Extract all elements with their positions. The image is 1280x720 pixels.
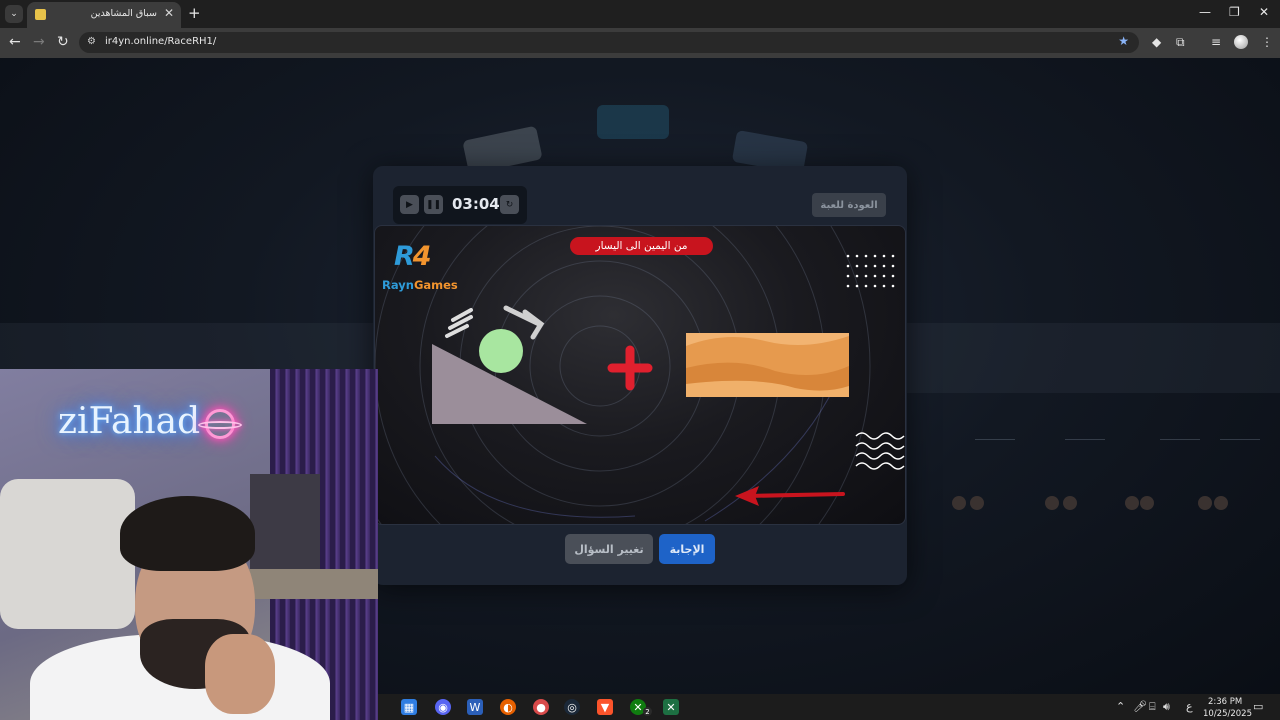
game-modal: ▶ ❚❚ 03:04 ↻ العودة للعبة من اليمين الى … <box>373 166 907 585</box>
right-to-left-arrow-icon <box>735 486 845 506</box>
firefox-icon[interactable]: ◐ <box>500 699 516 715</box>
bg-line <box>975 439 1015 440</box>
bg-dot <box>1125 496 1139 510</box>
clock-time[interactable]: 2:36 PM <box>1208 697 1242 707</box>
extensions-icon[interactable]: ⧉ <box>1176 35 1185 50</box>
reset-icon[interactable]: ↻ <box>500 195 519 214</box>
cam-hand <box>205 634 275 714</box>
answer-button[interactable]: الإجابة <box>659 534 715 564</box>
site-settings-icon[interactable]: ⚙ <box>87 36 96 47</box>
forward-arrow-icon[interactable]: → <box>33 34 45 50</box>
favicon-icon <box>35 9 46 20</box>
bg-dot <box>1214 496 1228 510</box>
bg-line <box>1065 439 1105 440</box>
desert-dunes <box>686 333 849 397</box>
profile-avatar[interactable] <box>1234 35 1248 49</box>
tab-close-icon[interactable]: ✕ <box>164 6 174 20</box>
bg-dot <box>1198 496 1212 510</box>
game-icon[interactable]: ● <box>533 699 549 715</box>
discord-icon[interactable]: ◉ <box>435 699 451 715</box>
motion-lines <box>445 308 473 338</box>
tab-strip: ⌄ سباق المشاهدين ✕ + — ❐ ✕ <box>0 0 1280 28</box>
reload-icon[interactable]: ↻ <box>57 34 69 50</box>
volume-icon[interactable]: 🔊︎ <box>1163 700 1170 714</box>
language-indicator[interactable]: ع <box>1186 700 1193 713</box>
maximize-button[interactable]: ❐ <box>1229 5 1240 19</box>
timer-display: 03:04 <box>452 195 500 213</box>
tray-chevron-icon[interactable]: ⌃ <box>1116 700 1125 713</box>
url-text[interactable]: ir4yn.online/RaceRH1/ <box>105 36 216 47</box>
emoji-clues <box>432 254 905 506</box>
bg-dot <box>952 496 966 510</box>
minimize-button[interactable]: — <box>1199 5 1211 19</box>
planet-ring-icon <box>198 421 242 429</box>
bg-dot <box>970 496 984 510</box>
bg-line <box>1220 439 1260 440</box>
menu-kebab-icon[interactable]: ⋮ <box>1261 35 1273 49</box>
play-icon[interactable]: ▶ <box>400 195 419 214</box>
question-picture: من اليمين الى اليسار R4 RaynGames <box>374 225 906 525</box>
pause-icon[interactable]: ❚❚ <box>424 195 443 214</box>
timer-panel: ▶ ❚❚ 03:04 ↻ <box>393 186 527 224</box>
dots-pattern <box>846 254 895 288</box>
files-icon[interactable]: ▦ <box>401 699 417 715</box>
tab-title: سباق المشاهدين <box>90 8 157 19</box>
brave-icon[interactable]: ▼ <box>597 699 613 715</box>
cam-desk <box>245 569 378 599</box>
steam-icon[interactable]: ◎ <box>564 699 580 715</box>
chevron-down-icon: ⌄ <box>10 9 18 19</box>
ball-shape <box>479 329 523 373</box>
cam-shelf <box>250 474 320 584</box>
bg-dot <box>1140 496 1154 510</box>
notifications-icon[interactable]: ▭ <box>1253 700 1263 713</box>
clock-date[interactable]: 10/25/2025 <box>1203 709 1252 719</box>
bg-dot <box>1063 496 1077 510</box>
tab-active[interactable]: سباق المشاهدين ✕ <box>27 2 181 28</box>
close-window-button[interactable]: ✕ <box>1259 5 1269 19</box>
word-icon[interactable]: W <box>467 699 483 715</box>
new-tab-button[interactable]: + <box>188 4 201 22</box>
address-bar[interactable]: ⚙ ir4yn.online/RaceRH1/ ★ <box>79 32 1139 53</box>
change-question-button[interactable]: تغيير السؤال <box>565 534 653 564</box>
webcam-overlay: ziFahad <box>0 369 378 720</box>
bg-line <box>1160 439 1200 440</box>
microphone-icon[interactable]: 🎤︎ <box>1133 700 1147 713</box>
gemini-icon[interactable]: ◆ <box>1152 35 1161 49</box>
xbox-badge: 2 <box>643 707 652 716</box>
cam-chair <box>0 479 135 629</box>
excel-icon[interactable]: ✕ <box>663 699 679 715</box>
bg-card <box>597 105 669 139</box>
neon-sign: ziFahad <box>58 401 201 442</box>
back-arrow-icon[interactable]: ← <box>9 34 21 50</box>
bookmark-star-icon[interactable]: ★ <box>1118 34 1129 48</box>
cam-hair <box>120 496 255 571</box>
media-controls-icon[interactable]: ≡ <box>1211 35 1221 49</box>
waves-pattern <box>855 432 905 470</box>
tab-search-button[interactable]: ⌄ <box>5 5 23 23</box>
network-icon[interactable]: ⌸ <box>1149 700 1156 714</box>
plus-icon <box>607 345 653 391</box>
bg-dot <box>1045 496 1059 510</box>
back-to-game-button[interactable]: العودة للعبة <box>812 193 886 217</box>
